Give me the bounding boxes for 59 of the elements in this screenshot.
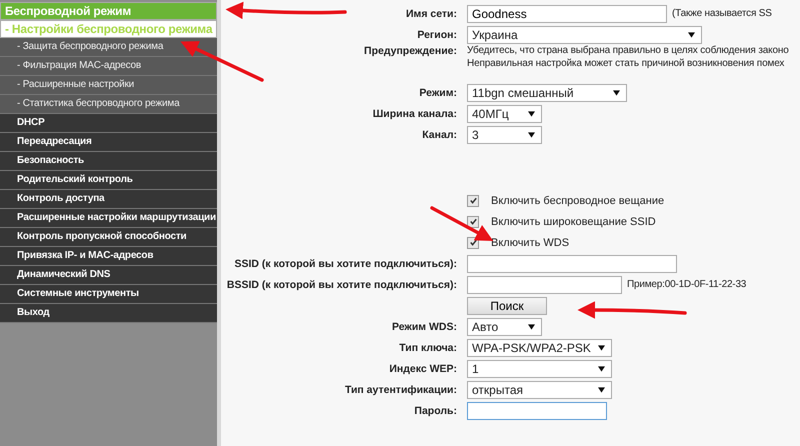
menu-item[interactable]: Выход	[0, 304, 217, 323]
menu-item[interactable]: Контроль пропускной способности	[0, 228, 217, 247]
annotation-arrow	[430, 206, 494, 241]
menu-item[interactable]: Привязка IP- и MAC-адресов	[0, 247, 217, 266]
search-button[interactable]: Поиск	[467, 296, 547, 314]
field-label: Канал:	[422, 128, 457, 140]
dropdown-caret-icon	[528, 324, 535, 330]
dropdown[interactable]: WPA-PSK/WPA2-PSK	[467, 338, 612, 356]
field-label: Регион:	[417, 28, 457, 40]
field-label: Индекс WEP:	[389, 362, 457, 374]
dropdown-caret-icon	[613, 90, 620, 96]
dropdown[interactable]: 1	[467, 360, 612, 378]
menu-item[interactable]: DHCP	[0, 114, 217, 133]
checkbox-label: Включить беспроводное вещание	[491, 194, 664, 206]
menu-item[interactable]: Расширенные настройки маршрутизации	[0, 209, 217, 228]
hint-text: (Также называется SS	[672, 8, 772, 19]
menu-item[interactable]: Контроль доступа	[0, 190, 217, 209]
menu-item[interactable]: Родительский контроль	[0, 171, 217, 190]
hint-text: Пример:00-1D-0F-11-22-33	[627, 279, 746, 290]
dropdown-caret-icon	[598, 366, 605, 372]
field-label: Пароль:	[414, 404, 457, 416]
field-label: Режим:	[419, 86, 457, 98]
dropdown-caret-icon	[528, 110, 535, 116]
dropdown[interactable]: Авто	[467, 318, 542, 336]
dropdown-caret-icon	[528, 132, 535, 138]
dropdown[interactable]: 40МГц	[467, 104, 542, 122]
menu-item[interactable]: Переадресация	[0, 133, 217, 152]
submenu-item[interactable]: - Статистика беспроводного режима	[0, 95, 217, 114]
input-field[interactable]	[467, 276, 622, 294]
checkbox[interactable]	[467, 194, 479, 206]
submenu-item[interactable]: - Расширенные настройки	[0, 76, 217, 95]
dropdown[interactable]: 3	[467, 126, 542, 144]
dropdown[interactable]: открытая	[467, 380, 612, 398]
field-label: Тип ключа:	[399, 342, 457, 354]
input-field[interactable]	[467, 254, 677, 272]
field-label: Ширина канала:	[372, 108, 457, 120]
field-label: Имя сети:	[406, 8, 457, 20]
checkbox[interactable]	[467, 216, 479, 228]
field-label: Режим WDS:	[392, 320, 457, 332]
menu-item[interactable]: Динамический DNS	[0, 266, 217, 285]
dropdown-caret-icon	[688, 32, 695, 38]
dropdown[interactable]: Украина	[467, 26, 702, 44]
input-field[interactable]: Goodness	[467, 4, 667, 22]
menu-item[interactable]: Системные инструменты	[0, 285, 217, 304]
checkbox-label: Включить WDS	[491, 236, 570, 248]
field-label: BSSID (к которой вы хотите подключиться):	[226, 278, 457, 290]
submenu-item[interactable]: - Фильтрация MAC-адресов	[0, 57, 217, 76]
dropdown-caret-icon	[598, 386, 605, 392]
submenu-item[interactable]: - Защита беспроводного режима	[0, 38, 217, 57]
field-label: Тип аутентификации:	[344, 384, 457, 396]
field-label: Предупреждение:	[364, 45, 457, 57]
checkbox-label: Включить широковещание SSID	[491, 216, 656, 228]
password-field[interactable]	[467, 402, 607, 420]
warning-text: Убедитесь, что страна выбрана правильно в целях соблюдения законо	[467, 45, 789, 56]
dropdown-caret-icon	[598, 344, 605, 350]
dropdown[interactable]: 11bgn смешанный	[467, 84, 627, 102]
menu-item[interactable]: Безопасность	[0, 152, 217, 171]
warning-text: Неправильная настройка может стать причиной возникновения помех	[467, 58, 784, 69]
field-label: SSID (к которой вы хотите подключиться):	[234, 258, 457, 270]
